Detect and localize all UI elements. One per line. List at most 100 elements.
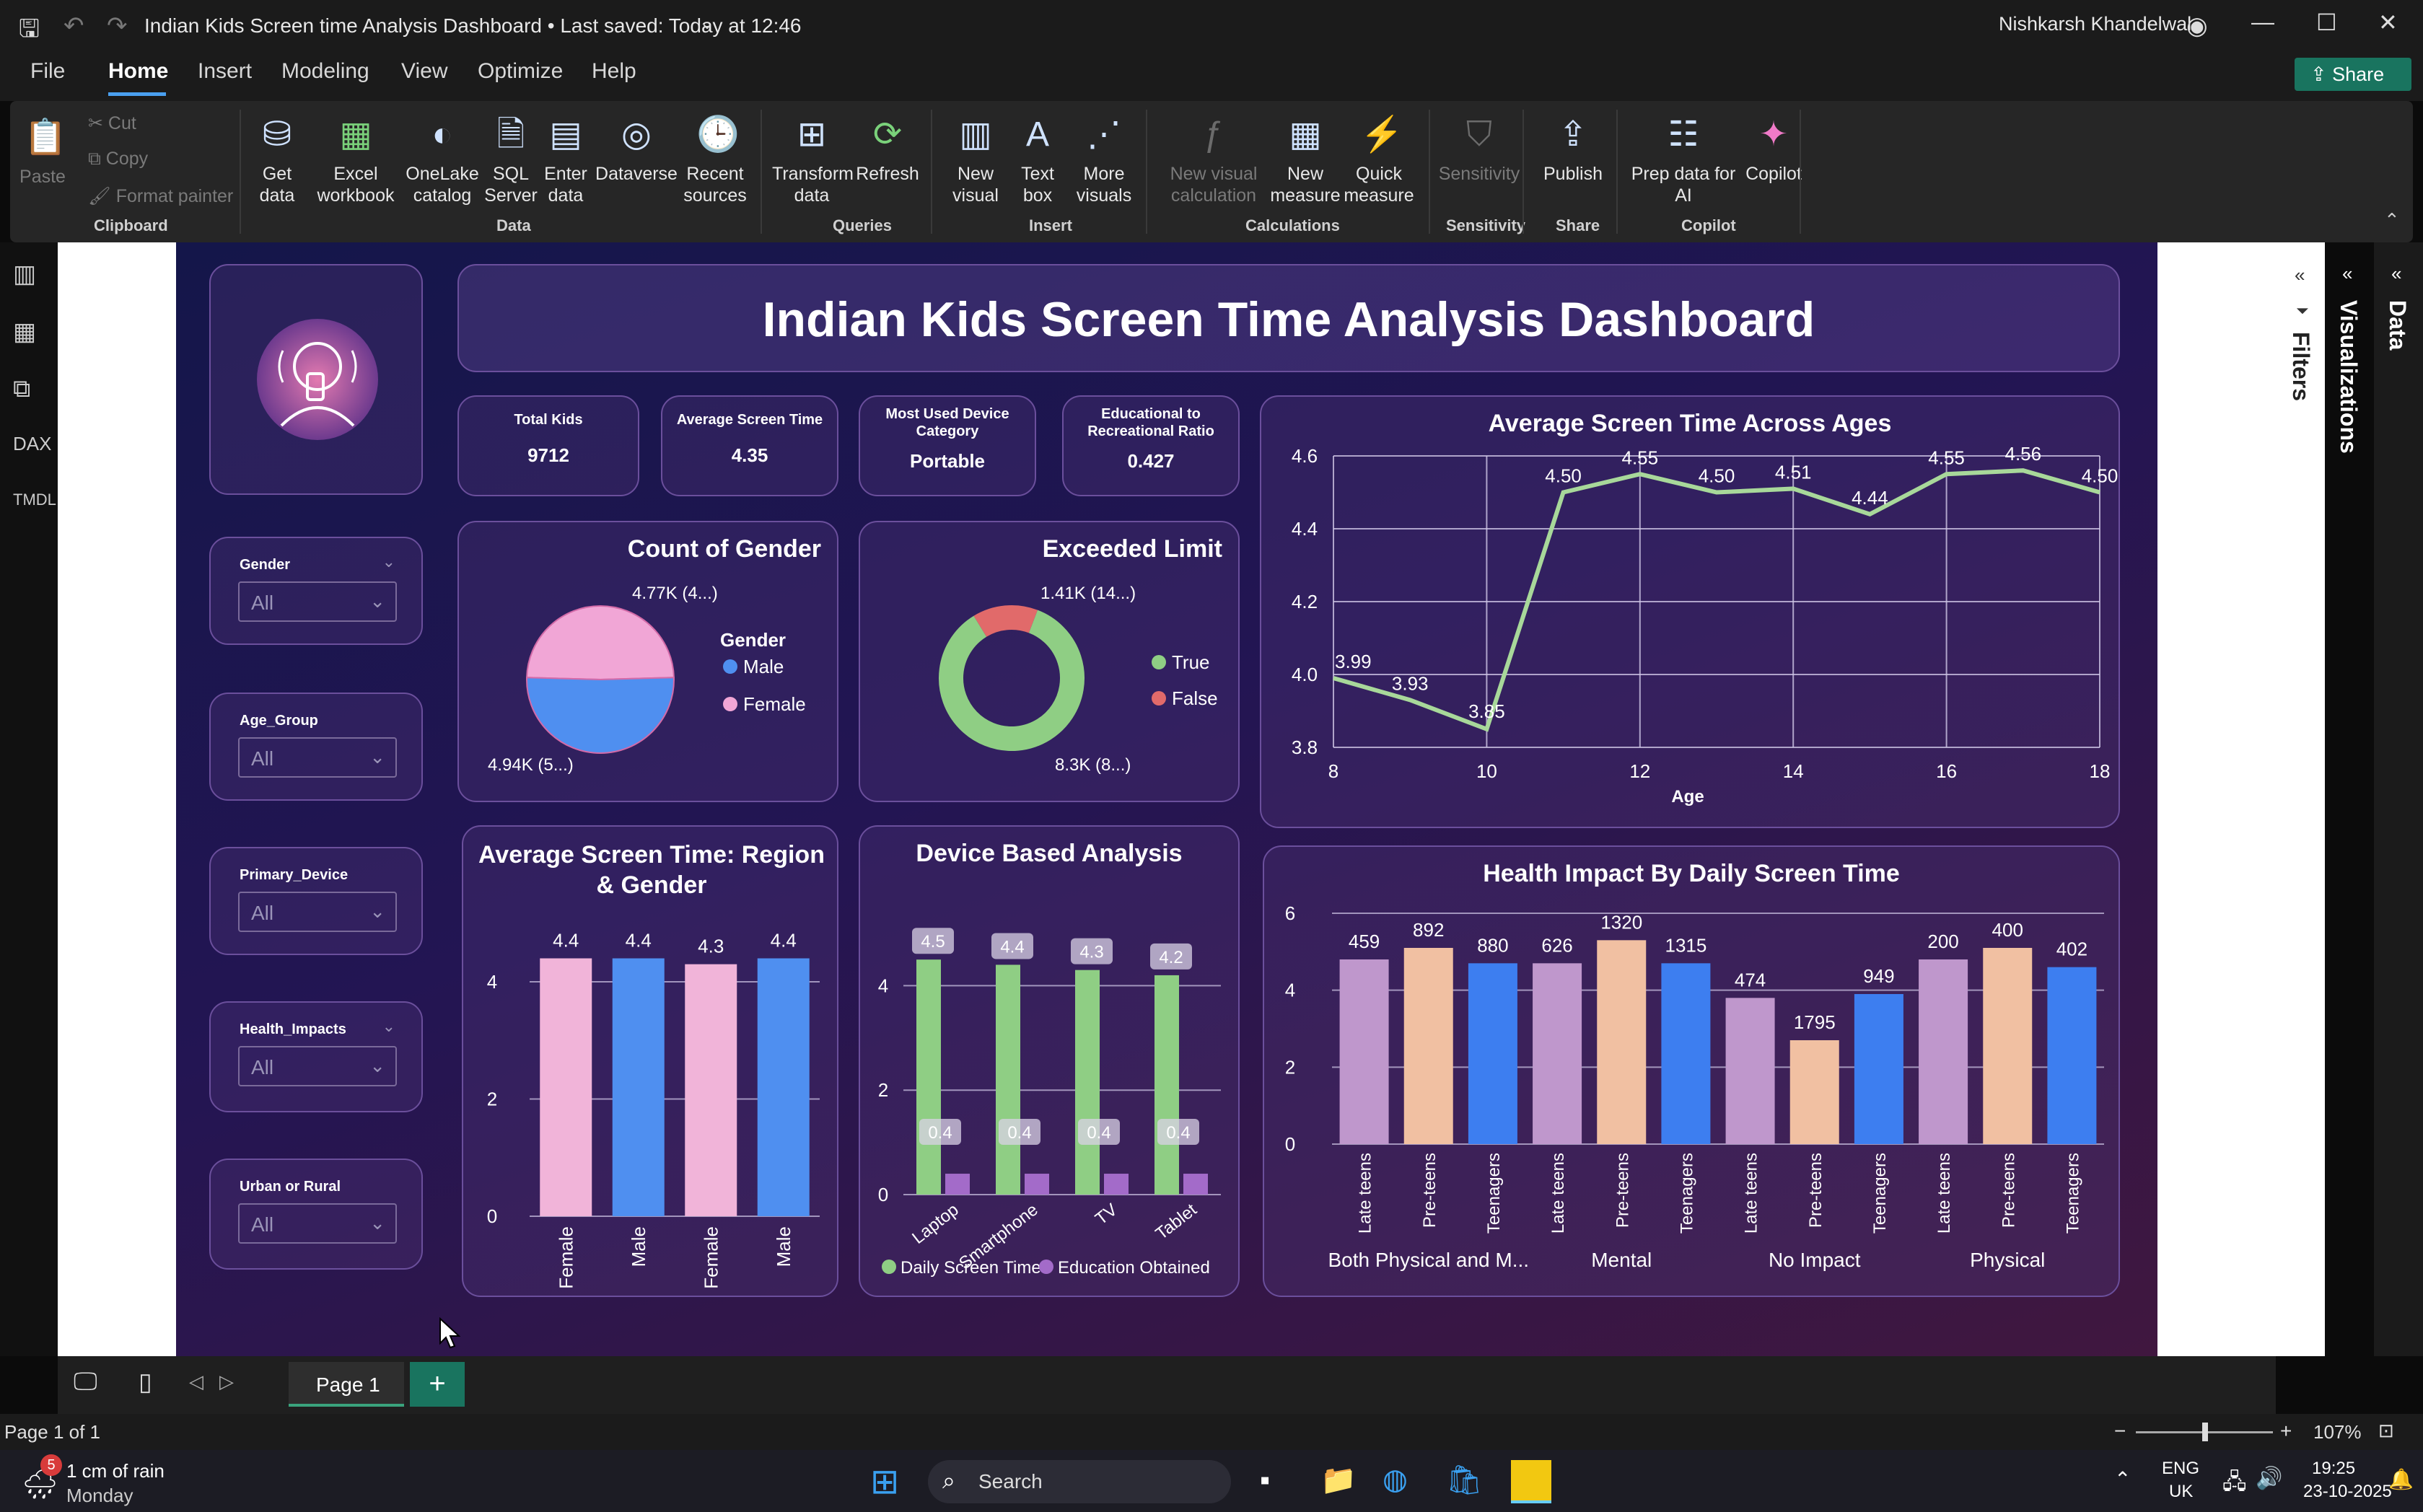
onelake-catalog-button[interactable]: ◐ OneLake catalog xyxy=(400,113,485,206)
language[interactable]: ENG xyxy=(2162,1459,2199,1479)
slicer-dropdown[interactable]: All ⌄ xyxy=(238,1046,397,1086)
share-button[interactable]: ⇪ Share xyxy=(2295,58,2411,91)
redo-icon[interactable]: ↷ xyxy=(107,12,128,40)
zoom-in-icon[interactable]: + xyxy=(2280,1420,2292,1443)
notifications-icon[interactable]: 🔔 xyxy=(2388,1467,2414,1491)
expand-filters-icon[interactable]: « xyxy=(2295,264,2305,286)
collapse-ribbon-icon[interactable]: ⌃ xyxy=(2384,209,2400,232)
chevron-up-icon[interactable]: ⌃ xyxy=(2114,1467,2131,1491)
chart-exceeded-limit[interactable]: Exceeded Limit 1.41K (14...) 8.3K (8...) T… xyxy=(859,521,1240,802)
volume-icon[interactable]: 🔊 xyxy=(2256,1466,2282,1491)
menu-view[interactable]: View xyxy=(401,59,447,84)
edge-icon[interactable]: ◍ xyxy=(1383,1463,1408,1496)
mobile-layout-icon[interactable]: ▯ xyxy=(139,1368,152,1397)
menu-insert[interactable]: Insert xyxy=(198,59,252,84)
clock-time[interactable]: 19:25 xyxy=(2312,1459,2355,1479)
model-view-icon[interactable]: ⧉ xyxy=(13,375,30,403)
zoom-slider-thumb[interactable] xyxy=(2202,1423,2208,1441)
user-name[interactable]: Nishkarsh Khandelwal xyxy=(1999,13,2191,35)
account-icon[interactable]: ◉ xyxy=(2186,12,2208,40)
chart-count-of-gender[interactable]: Count of Gender 4.77K (4...) 4.94K (5...)… xyxy=(457,521,838,802)
quick-measure-button[interactable]: ⚡ Quick measure xyxy=(1339,113,1419,206)
clock-date[interactable]: 23-10-2025 xyxy=(2303,1482,2392,1502)
sql-server-button[interactable]: 🗎 SQL Server xyxy=(482,113,540,206)
region[interactable]: UK xyxy=(2169,1482,2193,1502)
prep-data-ai-button[interactable]: ☷ Prep data for AI xyxy=(1622,113,1745,206)
legend-marker xyxy=(723,659,737,674)
zoom-out-icon[interactable]: − xyxy=(2114,1420,2126,1443)
menu-home[interactable]: Home xyxy=(108,59,168,84)
slicer-gender[interactable]: Gender ⌄ All ⌄ xyxy=(209,537,423,645)
filters-label[interactable]: Filters xyxy=(2287,332,2314,401)
data-pane[interactable]: « Data xyxy=(2374,242,2423,1356)
sensitivity-button[interactable]: ⛉ Sensitivity xyxy=(1436,113,1522,185)
file-explorer-icon[interactable]: 📁 xyxy=(1320,1463,1357,1497)
menu-help[interactable]: Help xyxy=(592,59,636,84)
add-page-button[interactable]: + xyxy=(410,1362,465,1407)
filters-pane[interactable]: « ⏷ Filters xyxy=(2276,242,2325,1356)
visualizations-pane[interactable]: « Visualizations xyxy=(2325,242,2374,1356)
new-visual-calculation-button[interactable]: ƒ New visual calculation xyxy=(1163,113,1264,206)
chart-region-gender[interactable]: Average Screen Time: Region & Gender 024… xyxy=(462,825,838,1297)
copy-button[interactable]: ⧉ Copy xyxy=(88,149,148,170)
page-tab-1[interactable]: Page 1 xyxy=(289,1362,404,1407)
minimize-icon[interactable]: — xyxy=(2251,9,2274,35)
maximize-icon[interactable]: ☐ xyxy=(2316,9,2337,36)
cut-button[interactable]: ✂ Cut xyxy=(88,113,136,134)
chevron-down-icon[interactable]: ⌄ xyxy=(700,13,714,34)
transform-data-button[interactable]: ⊞ Transform data xyxy=(772,113,854,206)
slicer-dropdown[interactable]: All ⌄ xyxy=(238,581,397,622)
format-painter-button[interactable]: 🖌 Format painter xyxy=(88,186,233,207)
menu-file[interactable]: File xyxy=(30,59,65,84)
more-visuals-button[interactable]: ⋰ More visuals xyxy=(1068,113,1140,206)
store-icon[interactable]: 🛍 xyxy=(1446,1463,1483,1497)
new-measure-button[interactable]: ▦ New measure xyxy=(1266,113,1345,206)
menu-modeling[interactable]: Modeling xyxy=(281,59,369,84)
visualizations-label[interactable]: Visualizations xyxy=(2335,300,2362,454)
expand-visualizations-icon[interactable]: « xyxy=(2342,263,2352,285)
slicer-dropdown[interactable]: All ⌄ xyxy=(238,737,397,778)
slicer-urban-rural[interactable]: Urban or Rural All ⌄ xyxy=(209,1159,423,1270)
dax-query-icon[interactable]: DAX xyxy=(13,433,51,455)
windows-start-icon[interactable]: ⊞ xyxy=(870,1462,899,1502)
get-data-button[interactable]: ⛁ Get data xyxy=(248,113,306,206)
prev-page-icon[interactable]: ◁ xyxy=(189,1371,203,1393)
bar xyxy=(757,958,810,1216)
chart-health-impact[interactable]: Health Impact By Daily Screen Time 02464… xyxy=(1263,845,2120,1297)
publish-button[interactable]: ⇪ Publish xyxy=(1537,113,1609,185)
taskbar-search[interactable]: ⌕ Search xyxy=(928,1460,1231,1503)
fit-to-page-icon[interactable]: ⊡ xyxy=(2378,1420,2394,1442)
slicer-dropdown[interactable]: All ⌄ xyxy=(238,892,397,932)
chevron-down-icon[interactable]: ⌄ xyxy=(382,1017,395,1036)
enter-data-button[interactable]: ▤ Enter data xyxy=(537,113,595,206)
tmdl-view-icon[interactable]: TMDL xyxy=(13,491,56,509)
chevron-down-icon[interactable]: ⌄ xyxy=(382,553,395,571)
undo-icon[interactable]: ↶ xyxy=(63,12,84,40)
slicer-age-group[interactable]: Age_Group All ⌄ xyxy=(209,693,423,801)
task-view-icon[interactable]: ▪ xyxy=(1260,1464,1270,1497)
network-icon[interactable]: 🖧 xyxy=(2222,1466,2246,1503)
copilot-button[interactable]: ✦ Copilot xyxy=(1738,113,1810,185)
recent-sources-button[interactable]: 🕒 Recent sources xyxy=(675,113,755,206)
slicer-primary-device[interactable]: Primary_Device All ⌄ xyxy=(209,847,423,955)
dataverse-button[interactable]: ◎ Dataverse xyxy=(593,113,680,185)
slicer-dropdown[interactable]: All ⌄ xyxy=(238,1203,397,1244)
chart-device-analysis[interactable]: Device Based Analysis 0 2 4 4.5 0.4 Laptop 4.4… xyxy=(859,825,1240,1297)
refresh-button[interactable]: ⟳ Refresh xyxy=(851,113,924,185)
next-page-icon[interactable]: ▷ xyxy=(219,1371,234,1393)
save-icon[interactable]: 🖫 xyxy=(19,12,40,53)
data-label[interactable]: Data xyxy=(2384,300,2411,350)
text-box-button[interactable]: A Text box xyxy=(1009,113,1066,206)
desktop-layout-icon[interactable]: 🖵 xyxy=(74,1368,97,1396)
expand-data-icon[interactable]: « xyxy=(2391,263,2401,285)
power-bi-icon[interactable] xyxy=(1511,1460,1551,1503)
report-view-icon[interactable]: ▥ xyxy=(13,260,36,289)
table-view-icon[interactable]: ▦ xyxy=(13,317,36,346)
chart-screen-time-ages[interactable]: Average Screen Time Across Ages 3.8 4.0 4.… xyxy=(1260,395,2120,828)
excel-workbook-button[interactable]: ▦ Excel workbook xyxy=(313,113,398,206)
paste-button[interactable]: 📋 Paste xyxy=(17,115,68,188)
close-icon[interactable]: ✕ xyxy=(2378,9,2398,36)
menu-optimize[interactable]: Optimize xyxy=(478,59,563,84)
slicer-health-impacts[interactable]: Health_Impacts ⌄ All ⌄ xyxy=(209,1001,423,1112)
new-visual-button[interactable]: ▥ New visual xyxy=(947,113,1004,206)
